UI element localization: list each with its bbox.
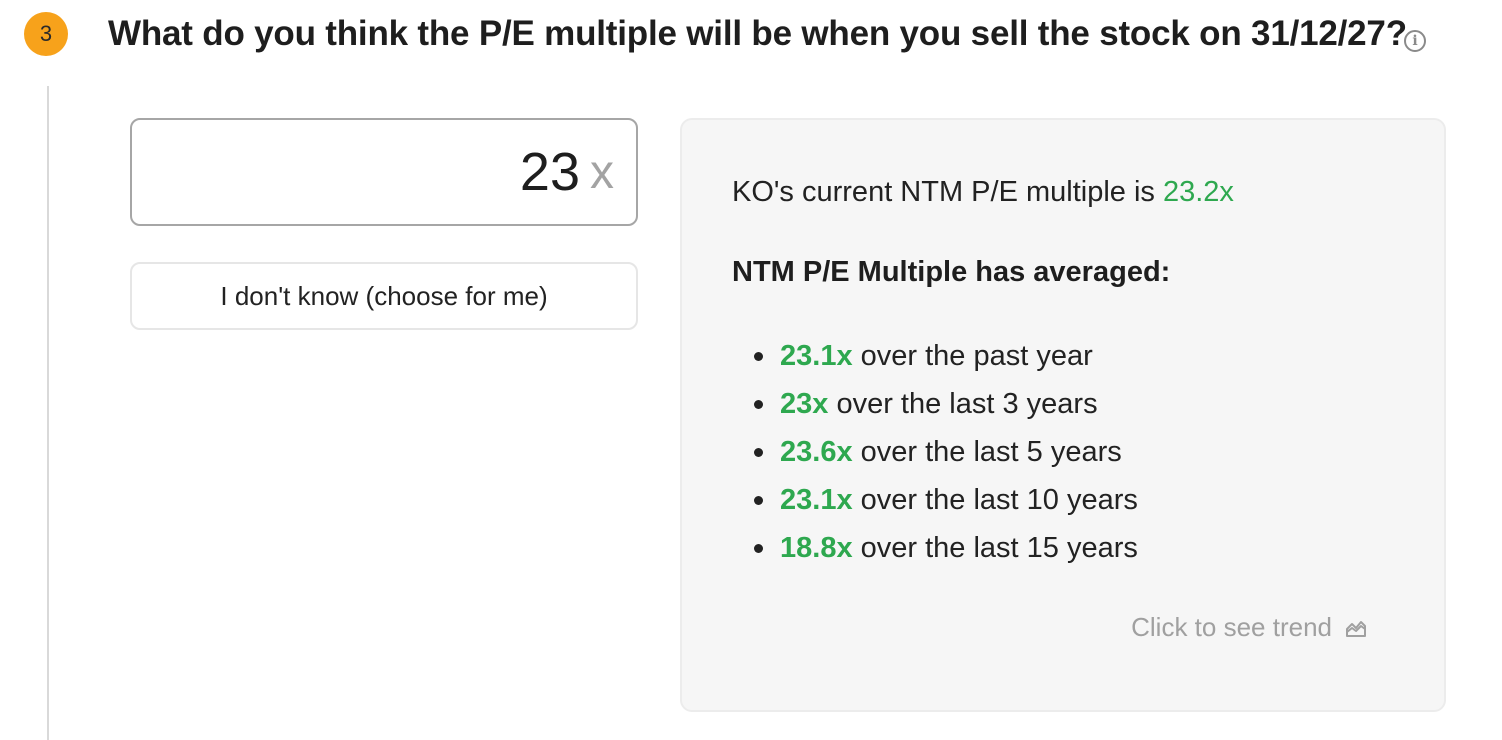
pe-multiple-field: x: [130, 118, 638, 226]
current-pe-value: 23.2x: [1162, 176, 1234, 208]
current-pe-label: KO's current NTM P/E multiple is: [732, 176, 1163, 208]
average-value: 18.8x: [780, 532, 853, 564]
current-pe-line: KO's current NTM P/E multiple is 23.2x: [732, 176, 1234, 209]
pe-multiple-input[interactable]: [200, 141, 580, 203]
see-trend-label: Click to see trend: [1131, 612, 1332, 642]
average-item-3y: 23x over the last 3 years: [732, 380, 1138, 428]
average-period: over the last 15 years: [852, 532, 1138, 564]
average-item-1y: 23.1x over the past year: [732, 332, 1138, 380]
chart-trend-icon: [1346, 620, 1366, 637]
average-value: 23.1x: [780, 484, 853, 516]
average-period: over the last 5 years: [852, 436, 1122, 468]
question-title: What do you think the P/E multiple will …: [108, 14, 1407, 53]
step-number-badge: 3: [24, 12, 68, 56]
pe-history-panel: KO's current NTM P/E multiple is 23.2x N…: [680, 118, 1446, 712]
average-value: 23.6x: [780, 436, 853, 468]
average-period: over the past year: [852, 340, 1093, 372]
bullet-icon: [754, 400, 763, 409]
average-value: 23.1x: [780, 340, 853, 372]
pe-multiple-suffix: x: [590, 145, 614, 199]
average-period: over the last 10 years: [852, 484, 1138, 516]
average-item-15y: 18.8x over the last 15 years: [732, 524, 1138, 572]
average-item-10y: 23.1x over the last 10 years: [732, 476, 1138, 524]
average-value: 23x: [780, 388, 829, 420]
averages-list: 23.1x over the past year 23x over the la…: [732, 332, 1138, 572]
bullet-icon: [754, 544, 763, 553]
average-item-5y: 23.6x over the last 5 years: [732, 428, 1138, 476]
bullet-icon: [754, 448, 763, 457]
step-connector-line: [47, 86, 49, 740]
bullet-icon: [754, 352, 763, 361]
see-trend-link[interactable]: Click to see trend: [1131, 612, 1368, 643]
dont-know-button[interactable]: I don't know (choose for me): [130, 262, 638, 330]
averages-heading: NTM P/E Multiple has averaged:: [732, 256, 1171, 288]
info-icon[interactable]: i: [1404, 30, 1426, 52]
bullet-icon: [754, 496, 763, 505]
average-period: over the last 3 years: [828, 388, 1098, 420]
